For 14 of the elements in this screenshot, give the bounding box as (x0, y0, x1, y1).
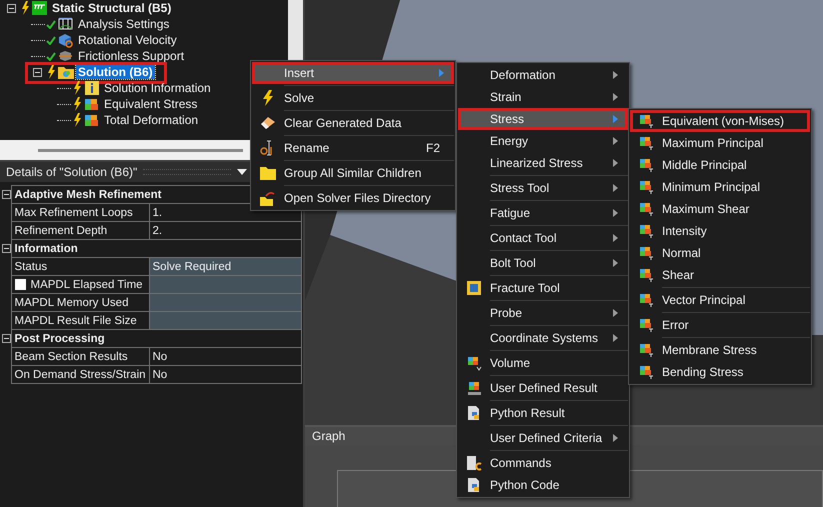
property-value: No (149, 366, 302, 384)
property-name: Max Refinement Loops (11, 204, 149, 222)
property-name: MAPDL Memory Used (11, 294, 149, 312)
property-name: MAPDL Result File Size (11, 312, 149, 330)
panel-title: Details of "Solution (B6)" (6, 165, 138, 179)
property-value: 2. (149, 222, 302, 240)
property-name: On Demand Stress/Strain (11, 366, 149, 384)
property-name: Beam Section Results (11, 348, 149, 366)
property-name: Refinement Depth (11, 222, 149, 240)
property-name: MAPDL Elapsed Time (30, 278, 143, 290)
shortcut-label: F2 (426, 141, 440, 155)
property-value: Solve Required (149, 258, 302, 276)
property-name: Status (11, 258, 149, 276)
property-value: No (149, 348, 302, 366)
